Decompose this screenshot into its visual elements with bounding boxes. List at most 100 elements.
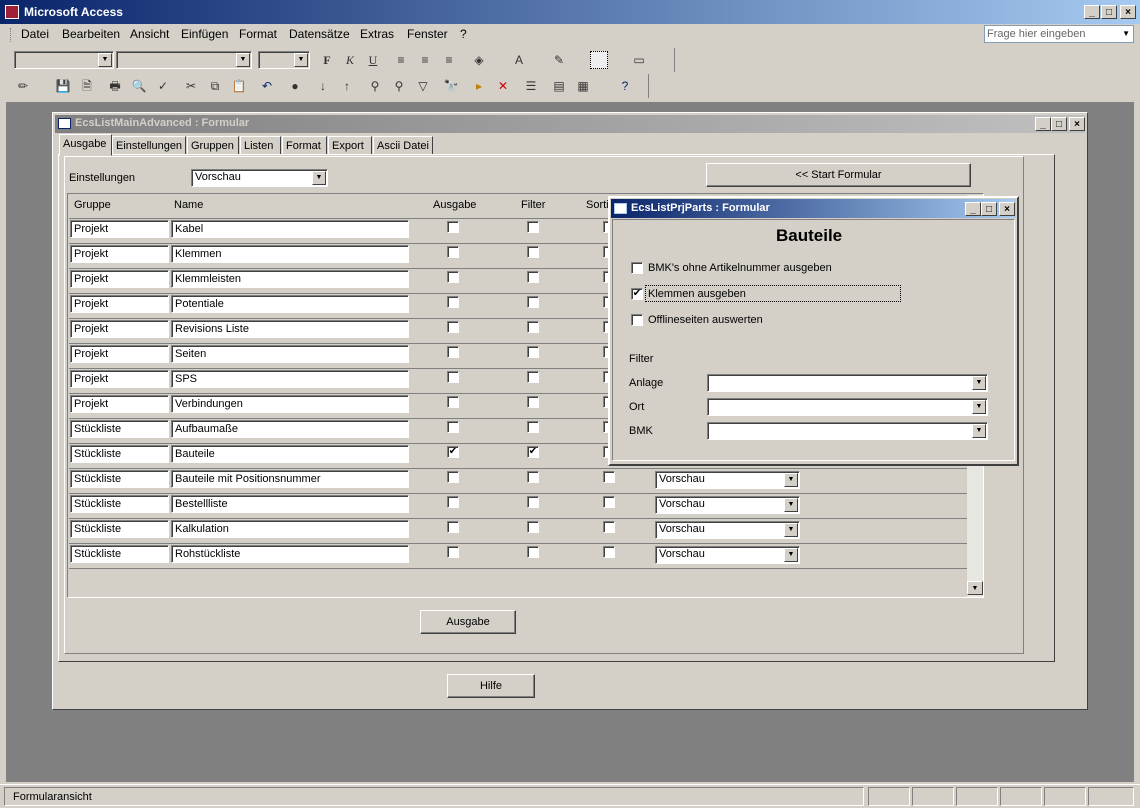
database-window-icon[interactable]: ▤ — [550, 77, 568, 95]
print-icon[interactable]: 🖶 — [106, 77, 124, 95]
row-mode-combo[interactable]: Vorschau ▼ — [655, 521, 800, 539]
line-width-icon[interactable]: ▭ — [630, 51, 648, 69]
row-name-field[interactable]: Klemmen — [171, 245, 409, 263]
close-button[interactable]: × — [999, 202, 1015, 216]
row-name-field[interactable]: Bestellliste — [171, 495, 409, 513]
start-formular-button[interactable]: << Start Formular — [706, 163, 971, 187]
spelling-icon[interactable]: ✓ — [154, 77, 172, 95]
design-view-icon[interactable]: ✏ — [14, 77, 32, 95]
sort-ascending-icon[interactable]: ↓ — [314, 77, 332, 95]
menu-fenster[interactable]: Fenster — [407, 27, 448, 41]
row-ausgabe-checkbox[interactable] — [447, 346, 459, 358]
filter-anlage-combo[interactable]: ▼ — [707, 374, 988, 392]
maximize-button[interactable]: □ — [981, 202, 997, 216]
row-filter-checkbox[interactable] — [527, 396, 539, 408]
row-name-field[interactable]: Rohstückliste — [171, 545, 409, 563]
row-filter-checkbox[interactable] — [527, 546, 539, 558]
print-preview-icon[interactable]: 🔍 — [130, 77, 148, 95]
scroll-down-button[interactable]: ▼ — [967, 581, 983, 595]
row-ausgabe-checkbox[interactable] — [447, 296, 459, 308]
row-name-field[interactable]: Bauteile mit Positionsnummer — [171, 470, 409, 488]
row-gruppe-field[interactable]: Stückliste — [70, 445, 169, 463]
tab-gruppen[interactable]: Gruppen — [187, 136, 239, 155]
row-name-field[interactable]: Bauteile — [171, 445, 409, 463]
italic-icon[interactable]: K — [341, 51, 359, 69]
find-icon[interactable]: 🔭 — [442, 77, 460, 95]
close-button[interactable]: × — [1069, 117, 1085, 131]
align-left-icon[interactable]: ≡ — [392, 51, 410, 69]
row-filter-checkbox[interactable] — [527, 521, 539, 533]
tab-listen[interactable]: Listen — [240, 136, 281, 155]
row-sort-checkbox[interactable] — [603, 521, 615, 533]
row-name-field[interactable]: Seiten — [171, 345, 409, 363]
tab-format[interactable]: Format — [282, 136, 327, 155]
row-name-field[interactable]: Revisions Liste — [171, 320, 409, 338]
row-mode-combo[interactable]: Vorschau ▼ — [655, 471, 800, 489]
menu-einfuegen[interactable]: Einfügen — [181, 27, 228, 41]
row-ausgabe-checkbox[interactable]: ✔ — [447, 446, 459, 458]
delete-record-icon[interactable]: ✕ — [494, 77, 512, 95]
row-gruppe-field[interactable]: Projekt — [70, 370, 169, 388]
row-gruppe-field[interactable]: Projekt — [70, 295, 169, 313]
minimize-button[interactable]: _ — [965, 202, 981, 216]
option-bmk-checkbox[interactable] — [631, 262, 643, 274]
row-filter-checkbox[interactable] — [527, 421, 539, 433]
tab-export[interactable]: Export — [328, 136, 372, 155]
underline-icon[interactable]: U — [364, 51, 382, 69]
row-ausgabe-checkbox[interactable] — [447, 546, 459, 558]
minimize-button[interactable]: _ — [1035, 117, 1051, 131]
row-filter-checkbox[interactable] — [527, 371, 539, 383]
row-gruppe-field[interactable]: Projekt — [70, 345, 169, 363]
row-filter-checkbox[interactable] — [527, 221, 539, 233]
font-combo[interactable]: ▼ — [116, 51, 252, 69]
fontsize-combo[interactable]: ▼ — [258, 51, 310, 69]
maximize-button[interactable]: □ — [1051, 117, 1067, 131]
row-ausgabe-checkbox[interactable] — [447, 271, 459, 283]
row-gruppe-field[interactable]: Projekt — [70, 395, 169, 413]
help-search-box[interactable]: Frage hier eingeben ▼ — [984, 25, 1134, 43]
new-record-icon[interactable]: ▸ — [470, 77, 488, 95]
hilfe-button[interactable]: Hilfe — [447, 674, 535, 698]
row-name-field[interactable]: Verbindungen — [171, 395, 409, 413]
filter-selection-icon[interactable]: ⚲ — [366, 77, 384, 95]
border-icon[interactable] — [590, 51, 608, 69]
apply-filter-icon[interactable]: ▽ — [414, 77, 432, 95]
filter-form-icon[interactable]: ⚲ — [390, 77, 408, 95]
row-ausgabe-checkbox[interactable] — [447, 321, 459, 333]
row-ausgabe-checkbox[interactable] — [447, 496, 459, 508]
minimize-button[interactable]: _ — [1084, 5, 1100, 19]
menu-format[interactable]: Format — [239, 27, 277, 41]
align-right-icon[interactable]: ≡ — [440, 51, 458, 69]
row-filter-checkbox[interactable] — [527, 496, 539, 508]
row-mode-combo[interactable]: Vorschau ▼ — [655, 496, 800, 514]
row-gruppe-field[interactable]: Projekt — [70, 220, 169, 238]
filter-ort-combo[interactable]: ▼ — [707, 398, 988, 416]
row-mode-combo[interactable]: Vorschau ▼ — [655, 546, 800, 564]
file-search-icon[interactable]: 🗎 — [78, 77, 96, 95]
object-combo[interactable]: ▼ — [14, 51, 114, 69]
help-icon[interactable]: ? — [616, 77, 634, 95]
row-filter-checkbox[interactable] — [527, 321, 539, 333]
row-ausgabe-checkbox[interactable] — [447, 471, 459, 483]
row-name-field[interactable]: Klemmleisten — [171, 270, 409, 288]
row-ausgabe-checkbox[interactable] — [447, 221, 459, 233]
row-filter-checkbox[interactable] — [527, 271, 539, 283]
save-icon[interactable]: 💾 — [54, 77, 72, 95]
menu-help[interactable]: ? — [460, 27, 467, 41]
row-filter-checkbox[interactable] — [527, 296, 539, 308]
row-filter-checkbox[interactable] — [527, 246, 539, 258]
tab-ausgabe[interactable]: Ausgabe — [59, 134, 112, 156]
row-gruppe-field[interactable]: Projekt — [70, 270, 169, 288]
ausgabe-button[interactable]: Ausgabe — [420, 610, 516, 634]
chevron-down-icon[interactable]: ▼ — [1122, 29, 1130, 38]
font-color-icon[interactable]: A — [510, 51, 528, 69]
row-name-field[interactable]: Potentiale — [171, 295, 409, 313]
bold-icon[interactable]: F — [318, 51, 336, 69]
option-offline-checkbox[interactable] — [631, 314, 643, 326]
maximize-button[interactable]: □ — [1101, 5, 1117, 19]
row-gruppe-field[interactable]: Projekt — [70, 320, 169, 338]
row-name-field[interactable]: SPS — [171, 370, 409, 388]
row-gruppe-field[interactable]: Stückliste — [70, 470, 169, 488]
paste-icon[interactable]: 📋 — [230, 77, 248, 95]
menu-bearbeiten[interactable]: Bearbeiten — [62, 27, 120, 41]
